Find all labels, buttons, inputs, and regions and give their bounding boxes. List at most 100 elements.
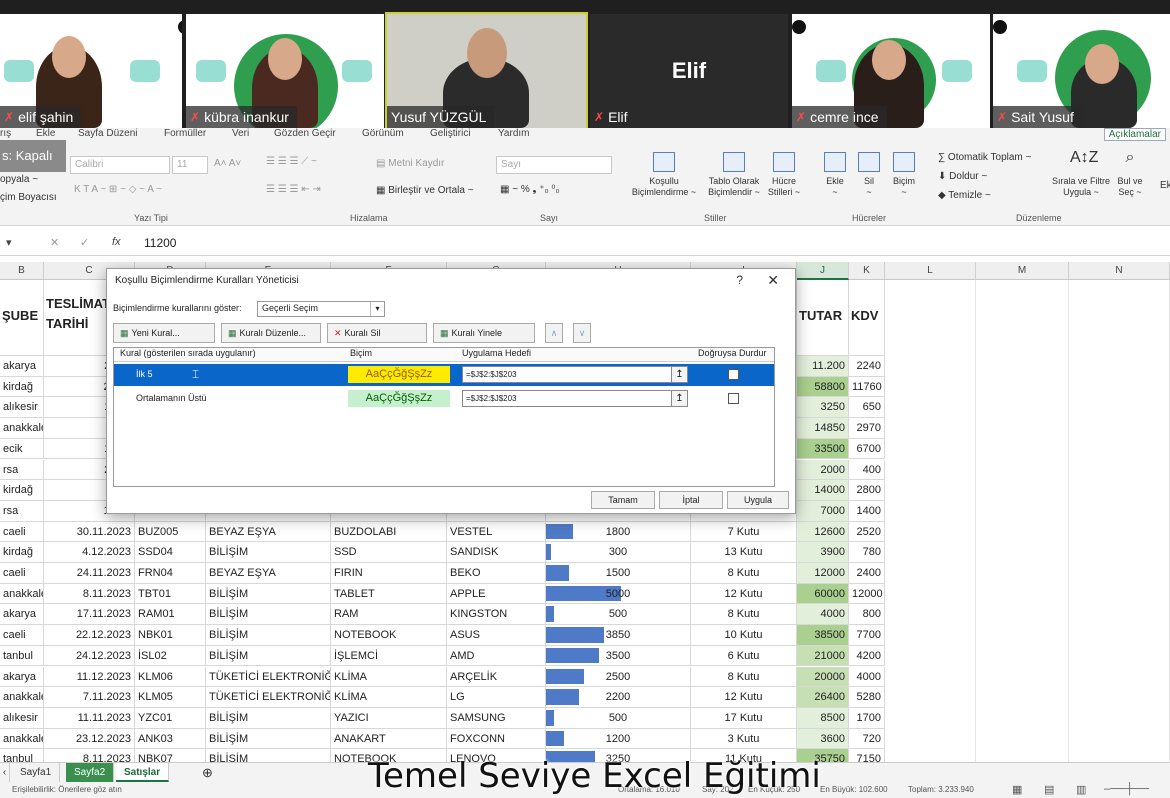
cell-j[interactable]: 21000 — [797, 645, 849, 667]
cell-k[interactable]: 2400 — [849, 563, 885, 584]
stop-if-true-checkbox[interactable] — [728, 393, 739, 404]
tab-formulas[interactable]: Formüller — [164, 128, 206, 139]
header-cell-b[interactable]: ŞUBE — [0, 280, 44, 356]
format-cells-button[interactable]: Biçim ~ — [886, 152, 922, 198]
find-select-button[interactable]: ⌕ Bul ve Seç ~ — [1112, 150, 1148, 198]
header-cell-j[interactable]: TUTAR — [797, 280, 849, 356]
cell-b[interactable]: caeli — [0, 521, 44, 543]
tab-help[interactable]: Yardım — [498, 128, 530, 139]
tab-view[interactable]: Görünüm — [362, 128, 404, 139]
cell-c[interactable]: 23.12.2023 — [44, 728, 135, 750]
copy-button[interactable]: opyala ~ — [0, 174, 38, 185]
cell-c[interactable]: 17.11.2023 — [44, 604, 135, 626]
cell-h[interactable]: 5000 — [546, 583, 691, 605]
cell-d[interactable]: ANK03 — [135, 728, 206, 750]
cell-b[interactable]: kirdağ — [0, 376, 44, 398]
tab-home[interactable]: rış — [0, 128, 11, 139]
cell-c[interactable]: 22.12.2023 — [44, 625, 135, 646]
column-header-j[interactable]: J — [797, 262, 849, 280]
cell-f[interactable]: FIRIN — [331, 563, 447, 584]
cell-b[interactable]: alıkesir — [0, 397, 44, 419]
cell-h[interactable]: 300 — [546, 542, 691, 563]
cell-d[interactable]: KLM05 — [135, 687, 206, 708]
show-rules-select[interactable]: Geçerli Seçim ▾ — [257, 301, 385, 317]
cell-k[interactable]: 5280 — [849, 687, 885, 708]
cell-e[interactable]: BİLİŞİM — [206, 728, 331, 750]
cell-k[interactable]: 2240 — [849, 356, 885, 377]
extra-button[interactable]: Ek — [1160, 180, 1170, 191]
close-button[interactable]: ✕ — [767, 272, 779, 289]
cell-j[interactable]: 14000 — [797, 480, 849, 501]
cell-g[interactable]: BEKO — [447, 563, 546, 584]
delete-rule-button[interactable]: ✕ Kuralı Sil — [327, 323, 427, 343]
cell-h[interactable]: 500 — [546, 707, 691, 729]
cell-j[interactable]: 38500 — [797, 625, 849, 646]
cell-d[interactable]: RAM01 — [135, 604, 206, 626]
cell-e[interactable]: TÜKETİCİ ELEKTRONİĞİ — [206, 687, 331, 708]
cell-g[interactable]: SANDISK — [447, 542, 546, 563]
cell-i[interactable]: 7 Kutu — [691, 521, 797, 543]
cell-f[interactable]: BUZDOLABI — [331, 521, 447, 543]
cell-k[interactable]: 6700 — [849, 438, 885, 460]
cell-k[interactable]: 11760 — [849, 376, 885, 398]
format-as-table-button[interactable]: Tablo Olarak Biçimlendir ~ — [702, 152, 766, 198]
cell-j[interactable]: 4000 — [797, 604, 849, 626]
cell-h[interactable]: 3850 — [546, 625, 691, 646]
cell-k[interactable]: 4000 — [849, 666, 885, 688]
cell-b[interactable]: caeli — [0, 563, 44, 584]
stop-if-true-checkbox[interactable] — [728, 369, 739, 380]
cell-j[interactable]: 60000 — [797, 583, 849, 605]
cell-f[interactable]: RAM — [331, 604, 447, 626]
participant-tile[interactable]: Elif ✗ Elif — [590, 14, 788, 128]
cell-j[interactable]: 20000 — [797, 666, 849, 688]
cell-f[interactable]: ANAKART — [331, 728, 447, 750]
cell-f[interactable]: TABLET — [331, 583, 447, 605]
cell-i[interactable]: 8 Kutu — [691, 604, 797, 626]
cell-d[interactable]: YZC01 — [135, 707, 206, 729]
cell-k[interactable]: 7700 — [849, 625, 885, 646]
cell-b[interactable]: akarya — [0, 356, 44, 377]
column-header-k[interactable]: K — [849, 262, 885, 280]
cell-e[interactable]: BİLİŞİM — [206, 583, 331, 605]
cell-c[interactable]: 11.11.2023 — [44, 707, 135, 729]
cell-g[interactable]: ARÇELİK — [447, 666, 546, 688]
cell-k[interactable]: 800 — [849, 604, 885, 626]
cell-f[interactable]: KLİMA — [331, 666, 447, 688]
cell-i[interactable]: 8 Kutu — [691, 563, 797, 584]
cell-g[interactable]: KINGSTON — [447, 604, 546, 626]
number-format-combo[interactable]: Sayı — [496, 156, 612, 174]
cell-j[interactable]: 12000 — [797, 563, 849, 584]
cell-k[interactable]: 1700 — [849, 707, 885, 729]
font-size-combo[interactable]: 11 — [172, 156, 208, 174]
cell-e[interactable]: BEYAZ EŞYA — [206, 563, 331, 584]
cell-styles-button[interactable]: Hücre Stilleri ~ — [764, 152, 804, 198]
cell-c[interactable]: 7.11.2023 — [44, 687, 135, 708]
cell-k[interactable]: 12000 — [849, 583, 885, 605]
cell-b[interactable]: rsa — [0, 500, 44, 522]
cell-f[interactable]: İŞLEMCİ — [331, 645, 447, 667]
apply-button[interactable]: Uygula — [727, 491, 789, 509]
cell-c[interactable]: 4.12.2023 — [44, 542, 135, 563]
function-icon[interactable]: fx — [112, 236, 121, 248]
sheet-tab[interactable]: Sayfa1 — [12, 763, 61, 782]
tab-page-layout[interactable]: Sayfa Düzeni — [78, 128, 137, 139]
cell-j[interactable]: 2000 — [797, 459, 849, 481]
zoom-slider[interactable]: –──┼── — [1104, 783, 1149, 795]
cell-h[interactable]: 2500 — [546, 666, 691, 688]
cell-e[interactable]: BİLİŞİM — [206, 542, 331, 563]
participant-tile[interactable]: ✗ cemre ince — [792, 14, 990, 128]
merge-center-button[interactable]: ▦ Birleştir ve Ortala ~ — [376, 185, 474, 196]
cell-k[interactable]: 2970 — [849, 418, 885, 439]
cell-b[interactable]: anakkale — [0, 583, 44, 605]
cell-b[interactable]: kirdağ — [0, 480, 44, 501]
page-layout-view-icon[interactable]: ▤ — [1044, 783, 1054, 796]
cell-b[interactable]: anakkale — [0, 687, 44, 708]
scroll-tabs-left-icon[interactable]: ‹ — [0, 763, 10, 782]
cell-b[interactable]: caeli — [0, 625, 44, 646]
cell-e[interactable]: TÜKETİCİ ELEKTRONİĞİ — [206, 666, 331, 688]
tab-insert[interactable]: Ekle — [36, 128, 55, 139]
cell-h[interactable]: 1500 — [546, 563, 691, 584]
edit-rule-button[interactable]: ▦ Kuralı Düzenle... — [221, 323, 321, 343]
cell-j[interactable]: 3250 — [797, 397, 849, 419]
column-header-l[interactable]: L — [885, 262, 976, 280]
